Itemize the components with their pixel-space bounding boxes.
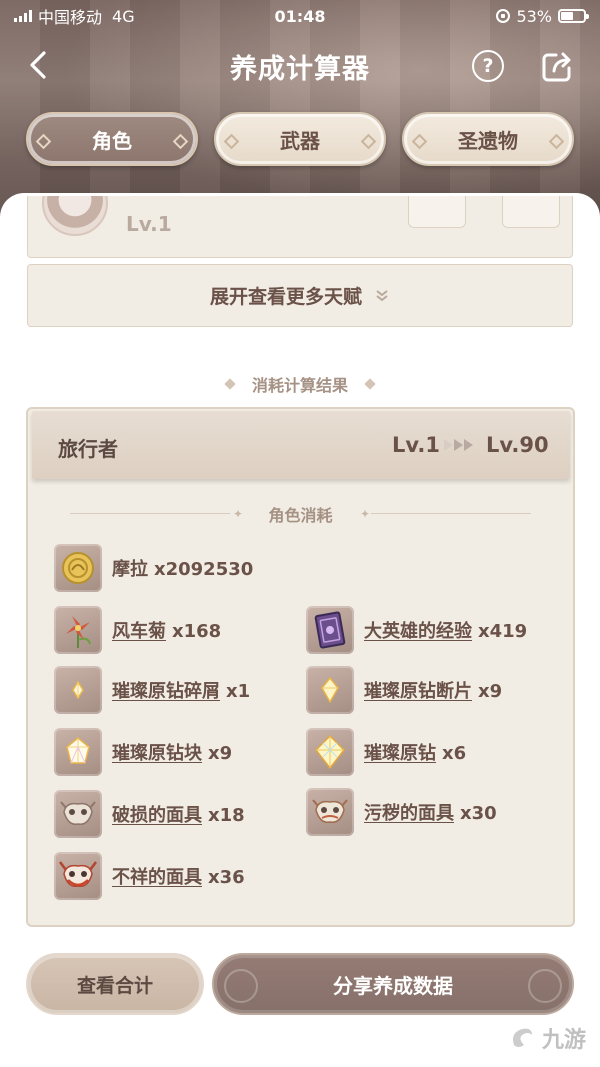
watermark-logo: 九游 (508, 1022, 586, 1054)
material-item[interactable]: 破损的面具 x18 (54, 789, 245, 839)
chevron-down-icon (376, 289, 388, 301)
material-qty: x36 (208, 867, 245, 888)
results-card: 旅行者 Lv.1 Lv.90 ✦ 角色消耗 ✦ 摩拉 x2092530 风车菊 x1… (26, 407, 575, 927)
level-from: Lv.1 (392, 433, 440, 457)
material-name: 璀璨原钻块 (112, 743, 202, 764)
share-data-label: 分享养成数据 (333, 973, 453, 998)
expand-talents-button[interactable]: 展开查看更多天赋 (27, 264, 573, 327)
material-name: 璀璨原钻断片 (364, 681, 472, 702)
material-item[interactable]: 璀璨原钻断片 x9 (306, 665, 502, 715)
divider-line (371, 513, 531, 514)
damaged-mask-icon (54, 790, 102, 838)
tab-bar: 角色 武器 圣遗物 (0, 112, 600, 168)
ominous-mask-icon (54, 852, 102, 900)
battery-icon (558, 9, 589, 23)
material-name: 污秽的面具 (364, 803, 454, 824)
material-qty: x168 (172, 621, 222, 642)
character-header: 旅行者 Lv.1 Lv.90 (32, 411, 570, 479)
material-item[interactable]: 大英雄的经验 x419 (306, 605, 527, 655)
level-select-to[interactable] (502, 196, 560, 228)
material-item[interactable]: 璀璨原钻块 x9 (54, 727, 232, 777)
character-cost-label: 角色消耗 (268, 506, 333, 525)
material-name: 璀璨原钻 (364, 743, 436, 764)
divider-line (70, 513, 230, 514)
gemstone-icon (306, 728, 354, 776)
material-item[interactable]: 不祥的面具 x36 (54, 851, 245, 901)
nav-bar: 养成计算器 ? (0, 36, 600, 96)
mora-coin-icon (54, 544, 102, 592)
tab-artifact[interactable]: 圣遗物 (402, 112, 574, 166)
expand-talents-label: 展开查看更多天赋 (209, 286, 362, 308)
material-name: 不祥的面具 (112, 867, 202, 888)
stained-mask-icon (306, 788, 354, 836)
star-ornament-icon: ✦ (233, 507, 244, 521)
material-qty: x18 (208, 805, 245, 826)
windwheel-aster-icon (54, 606, 102, 654)
back-arrow-icon[interactable] (24, 50, 54, 80)
material-qty: x9 (478, 681, 503, 702)
share-icon[interactable] (540, 50, 574, 84)
material-name: 摩拉 (112, 559, 148, 580)
star-ornament-icon: ✦ (360, 507, 371, 521)
level-to: Lv.90 (486, 433, 549, 457)
watermark-text: 九游 (542, 1028, 587, 1053)
material-item[interactable]: 风车菊 x168 (54, 605, 221, 655)
diamond-ornament-icon (224, 378, 236, 390)
material-item[interactable]: 璀璨原钻 x6 (306, 727, 466, 777)
talent-level: Lv.1 (126, 212, 172, 236)
gem-chunk-icon (54, 728, 102, 776)
material-name: 风车菊 (112, 621, 166, 642)
material-name: 璀璨原钻碎屑 (112, 681, 220, 702)
material-qty: x1 (226, 681, 251, 702)
material-qty: x9 (208, 743, 233, 764)
gem-fragment-icon (306, 666, 354, 714)
talent-row-partial: Lv.1 (27, 196, 573, 258)
watermark-swirl-icon (513, 1028, 532, 1047)
material-item: 摩拉 x2092530 (54, 543, 253, 593)
triple-arrow-icon (444, 439, 473, 451)
share-data-button[interactable]: 分享养成数据 (212, 953, 574, 1015)
material-item[interactable]: 污秽的面具 x30 (306, 787, 497, 837)
material-name: 破损的面具 (112, 805, 202, 826)
material-qty: x30 (460, 803, 497, 824)
results-section-title: 消耗计算结果 (0, 372, 600, 396)
character-name: 旅行者 (58, 437, 118, 461)
gem-sliver-icon (54, 666, 102, 714)
diamond-ornament-icon (364, 378, 376, 390)
material-qty: x419 (478, 621, 528, 642)
level-select-from[interactable] (408, 196, 466, 228)
character-cost-title: ✦ 角色消耗 ✦ (28, 503, 573, 525)
material-name: 大英雄的经验 (364, 621, 472, 642)
status-bar: 中国移动 4G 01:48 53% (0, 0, 600, 32)
material-qty: x6 (442, 743, 467, 764)
tab-character[interactable]: 角色 (26, 112, 198, 166)
material-item[interactable]: 璀璨原钻碎屑 x1 (54, 665, 250, 715)
view-total-button[interactable]: 查看合计 (26, 953, 204, 1015)
talent-icon (42, 196, 108, 236)
help-icon[interactable]: ? (472, 50, 504, 82)
tab-weapon[interactable]: 武器 (214, 112, 386, 166)
page-title: 养成计算器 (230, 53, 370, 85)
results-section-label: 消耗计算结果 (251, 376, 348, 395)
material-qty: x2092530 (154, 559, 254, 580)
heros-wit-book-icon (306, 606, 354, 654)
